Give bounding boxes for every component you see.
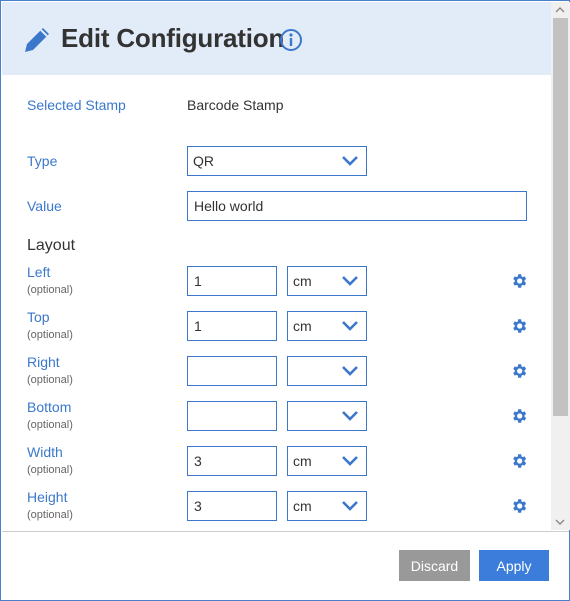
chevron-down-icon [342, 411, 358, 421]
gear-icon[interactable] [510, 272, 528, 290]
scrollbar-thumb[interactable] [553, 18, 568, 416]
layout-label-width: Width [27, 444, 63, 460]
chevron-down-icon [342, 156, 358, 166]
optional-hint: (optional) [27, 329, 73, 341]
scroll-down-arrow-icon[interactable] [555, 518, 565, 526]
layout-label-left: Left [27, 264, 51, 280]
top-input[interactable]: 1 [187, 311, 277, 341]
height-unit-select[interactable]: cm [287, 491, 367, 521]
optional-hint: (optional) [27, 419, 73, 431]
gear-icon[interactable] [510, 407, 528, 425]
selected-stamp-label: Selected Stamp [27, 97, 126, 113]
chevron-down-icon [342, 276, 358, 286]
left-input[interactable]: 1 [187, 266, 277, 296]
top-unit-value: cm [293, 318, 312, 334]
dialog-footer: Discard Apply [2, 531, 569, 600]
optional-hint: (optional) [27, 284, 73, 296]
gear-icon[interactable] [510, 452, 528, 470]
type-label: Type [27, 153, 58, 169]
height-unit-value: cm [293, 498, 312, 514]
width-input[interactable]: 3 [187, 446, 277, 476]
optional-hint: (optional) [27, 509, 73, 521]
dialog-header: Edit Configuration [2, 2, 551, 75]
value-input-text: Hello world [194, 198, 264, 214]
gear-icon[interactable] [510, 362, 528, 380]
type-select-value: QR [193, 153, 214, 169]
top-unit-select[interactable]: cm [287, 311, 367, 341]
chevron-down-icon [342, 501, 358, 511]
width-unit-select[interactable]: cm [287, 446, 367, 476]
left-unit-select[interactable]: cm [287, 266, 367, 296]
layout-label-top: Top [27, 309, 50, 325]
layout-section-title: Layout [27, 237, 76, 254]
height-input-text: 3 [194, 498, 202, 514]
chevron-down-icon [342, 321, 358, 331]
layout-label-right: Right [27, 354, 60, 370]
value-input[interactable]: Hello world [187, 191, 527, 221]
scroll-up-arrow-icon[interactable] [555, 6, 565, 14]
gear-icon[interactable] [510, 497, 528, 515]
layout-label-height: Height [27, 489, 68, 505]
layout-label-bottom: Bottom [27, 399, 72, 415]
optional-hint: (optional) [27, 374, 73, 386]
top-input-text: 1 [194, 318, 202, 334]
width-input-text: 3 [194, 453, 202, 469]
left-input-text: 1 [194, 273, 202, 289]
left-unit-value: cm [293, 273, 312, 289]
info-icon[interactable] [279, 28, 303, 52]
right-input[interactable] [187, 356, 277, 386]
selected-stamp-value: Barcode Stamp [187, 97, 284, 113]
right-unit-select[interactable] [287, 356, 367, 386]
pencil-icon [25, 28, 49, 52]
height-input[interactable]: 3 [187, 491, 277, 521]
edit-configuration-dialog: Edit Configuration Selected Stamp Barcod… [0, 0, 570, 601]
width-unit-value: cm [293, 453, 312, 469]
bottom-input[interactable] [187, 401, 277, 431]
chevron-down-icon [342, 456, 358, 466]
value-label: Value [27, 198, 62, 214]
type-select[interactable]: QR [187, 146, 367, 176]
chevron-down-icon [342, 366, 358, 376]
vertical-scrollbar[interactable] [551, 2, 570, 530]
bottom-unit-select[interactable] [287, 401, 367, 431]
discard-button[interactable]: Discard [399, 550, 470, 581]
apply-button[interactable]: Apply [479, 550, 549, 581]
gear-icon[interactable] [510, 317, 528, 335]
dialog-title: Edit Configuration [61, 23, 285, 53]
optional-hint: (optional) [27, 464, 73, 476]
